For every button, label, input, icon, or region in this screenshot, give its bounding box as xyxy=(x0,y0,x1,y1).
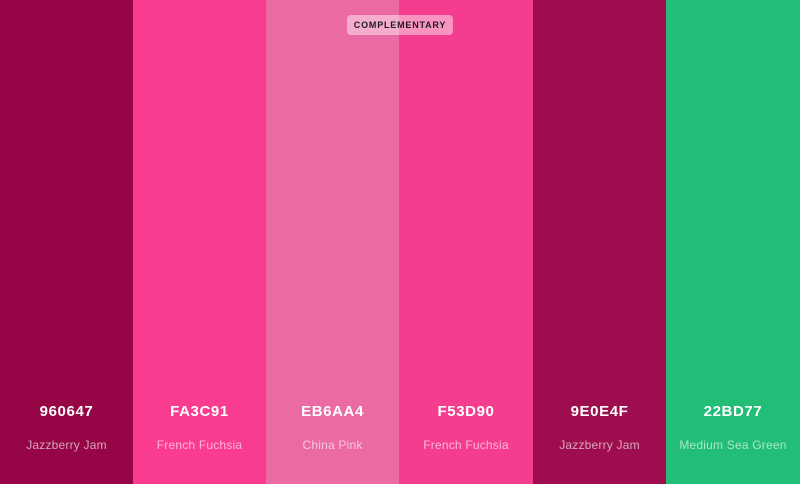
swatch-color-name: Medium Sea Green xyxy=(679,438,787,452)
swatch-color-name: French Fuchsia xyxy=(156,438,243,452)
palette-type-badge: COMPLEMENTARY xyxy=(347,15,453,35)
swatch-color-name: China Pink xyxy=(302,438,363,452)
swatch-medium-sea-green[interactable]: 22BD77 Medium Sea Green xyxy=(666,0,800,484)
swatch-china-pink[interactable]: EB6AA4 China Pink xyxy=(266,0,399,484)
swatch-color-name: French Fuchsia xyxy=(423,438,509,452)
swatch-color-name: Jazzberry Jam xyxy=(559,438,640,452)
swatch-hex-code[interactable]: 9E0E4F xyxy=(533,403,666,420)
swatch-color-name: Jazzberry Jam xyxy=(26,438,107,452)
swatch-french-fuchsia-2[interactable]: F53D90 French Fuchsia xyxy=(399,0,533,484)
swatch-hex-code[interactable]: FA3C91 xyxy=(133,403,266,420)
swatch-jazzberry-jam-2[interactable]: 9E0E4F Jazzberry Jam xyxy=(533,0,666,484)
swatch-hex-code[interactable]: 22BD77 xyxy=(666,403,800,420)
swatch-hex-code[interactable]: F53D90 xyxy=(399,403,533,420)
swatch-french-fuchsia-1[interactable]: FA3C91 French Fuchsia xyxy=(133,0,266,484)
color-palette: 960647 Jazzberry Jam FA3C91 French Fuchs… xyxy=(0,0,800,484)
swatch-hex-code[interactable]: EB6AA4 xyxy=(266,403,399,420)
swatch-jazzberry-jam-1[interactable]: 960647 Jazzberry Jam xyxy=(0,0,133,484)
swatch-hex-code[interactable]: 960647 xyxy=(0,403,133,420)
